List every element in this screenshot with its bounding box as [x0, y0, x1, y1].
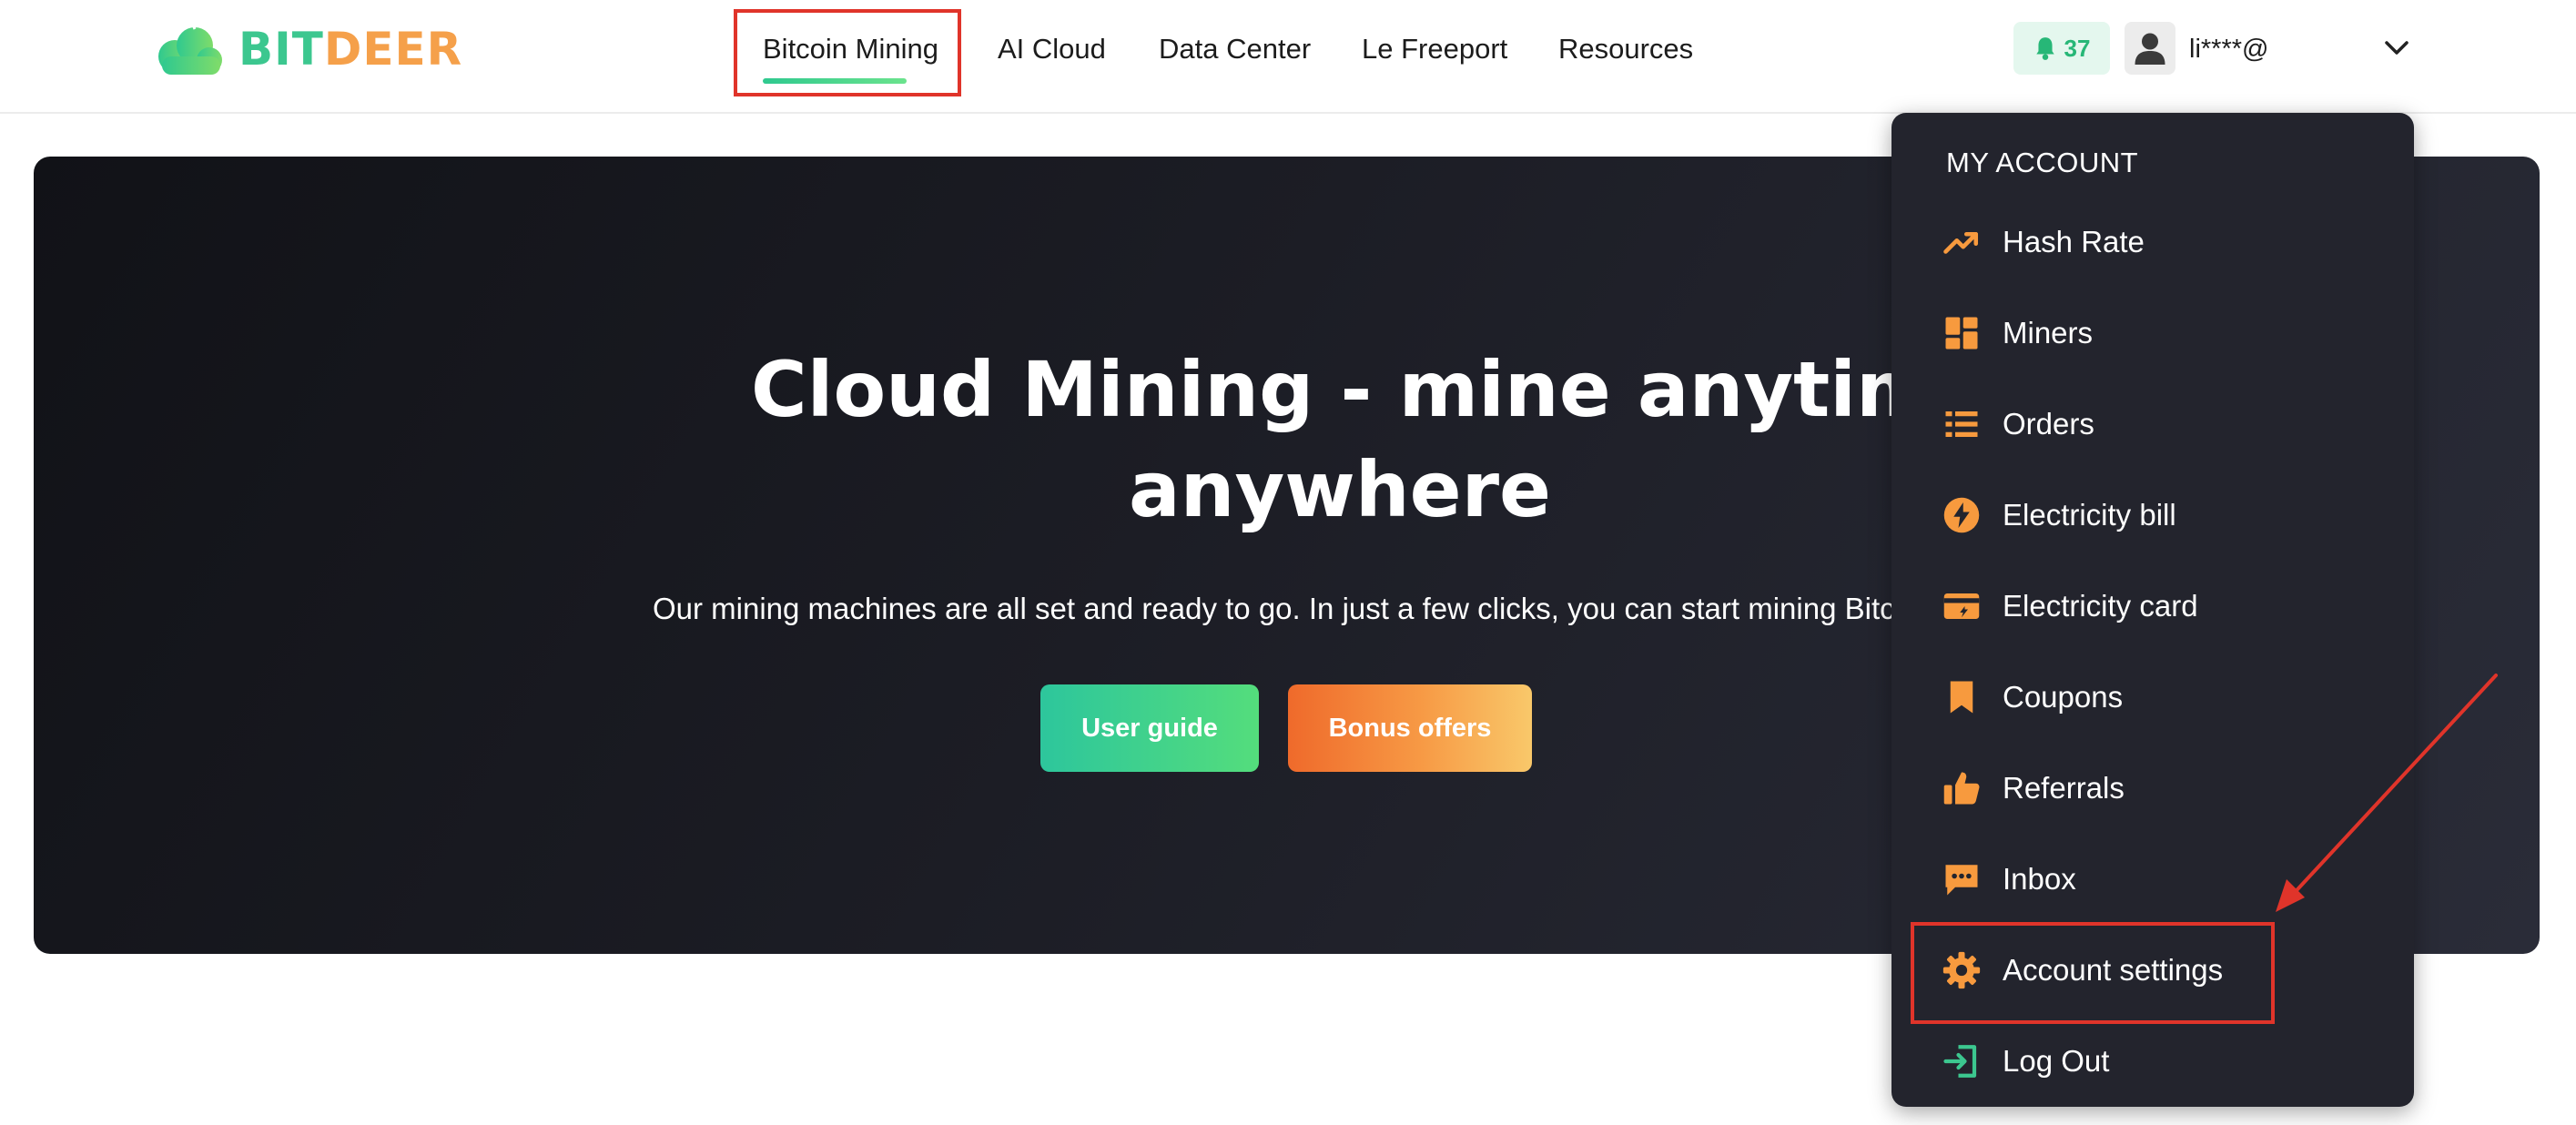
- bitdeer-logo[interactable]: BITDEER: [155, 20, 462, 78]
- menu-item-label: Orders: [2003, 407, 2094, 441]
- username-label[interactable]: li****@: [2189, 27, 2268, 71]
- menu-item-label: Log Out: [2003, 1044, 2110, 1078]
- chevron-down-icon[interactable]: [2380, 35, 2413, 62]
- menu-item-orders[interactable]: Orders: [1941, 395, 2359, 453]
- avatar[interactable]: [2125, 22, 2175, 75]
- notification-count: 37: [2064, 34, 2091, 62]
- annotation-arrow: [2276, 674, 2498, 912]
- menu-item-label: Inbox: [2003, 862, 2076, 896]
- logo-text-deer: DEER: [323, 23, 463, 76]
- notification-button[interactable]: 37: [2013, 22, 2110, 75]
- menu-item-hash-rate[interactable]: Hash Rate: [1941, 213, 2359, 271]
- nav-le-freeport[interactable]: Le Freeport: [1362, 27, 1507, 71]
- menu-item-label: Electricity bill: [2003, 498, 2176, 532]
- nav-resources[interactable]: Resources: [1558, 27, 1693, 71]
- user-guide-button[interactable]: User guide: [1040, 684, 1259, 772]
- lightning-icon: [1943, 497, 1980, 533]
- hero-title-line2: anywhere: [1129, 445, 1552, 534]
- hero-title-line1: Cloud Mining - mine anytime,: [751, 345, 2017, 434]
- user-icon: [2135, 33, 2165, 65]
- nav-ai-cloud[interactable]: AI Cloud: [998, 27, 1106, 71]
- list-icon: [1945, 411, 1978, 437]
- logo-text-bit: BIT: [238, 23, 324, 76]
- trending-up-icon: [1943, 231, 1979, 254]
- bookmark-icon: [1950, 681, 1973, 714]
- logo-wordmark: BITDEER: [238, 23, 462, 76]
- menu-item-label: Coupons: [2003, 680, 2124, 714]
- annotation-box-account-settings: [1911, 922, 2275, 1024]
- menu-item-electricity-card[interactable]: Electricity card: [1941, 577, 2359, 635]
- card-icon: [1943, 593, 1980, 619]
- chat-icon: [1945, 865, 1978, 896]
- menu-item-electricity-bill[interactable]: Electricity bill: [1941, 486, 2359, 544]
- logout-icon: [1943, 1045, 1977, 1078]
- deer-logo-icon: [158, 21, 222, 75]
- thumbs-up-icon: [1943, 772, 1980, 805]
- menu-item-label: Miners: [2003, 316, 2094, 350]
- menu-item-label: Electricity card: [2003, 589, 2198, 623]
- top-header: BITDEER Bitcoin Mining AI Cloud Data Cen…: [0, 0, 2576, 114]
- nav-data-center[interactable]: Data Center: [1159, 27, 1311, 71]
- menu-item-label: Hash Rate: [2003, 225, 2145, 258]
- bonus-offers-button[interactable]: Bonus offers: [1288, 684, 1532, 772]
- bell-icon: [2035, 37, 2054, 60]
- menu-item-miners[interactable]: Miners: [1941, 304, 2359, 362]
- hero-subtitle: Our mining machines are all set and read…: [653, 592, 1919, 625]
- menu-item-label: Referrals: [2003, 771, 2125, 805]
- annotation-box-nav: [734, 9, 961, 96]
- menu-item-log-out[interactable]: Log Out: [1941, 1032, 2359, 1090]
- dashboard-icon: [1945, 317, 1978, 350]
- menu-heading: MY ACCOUNT: [1946, 147, 2139, 178]
